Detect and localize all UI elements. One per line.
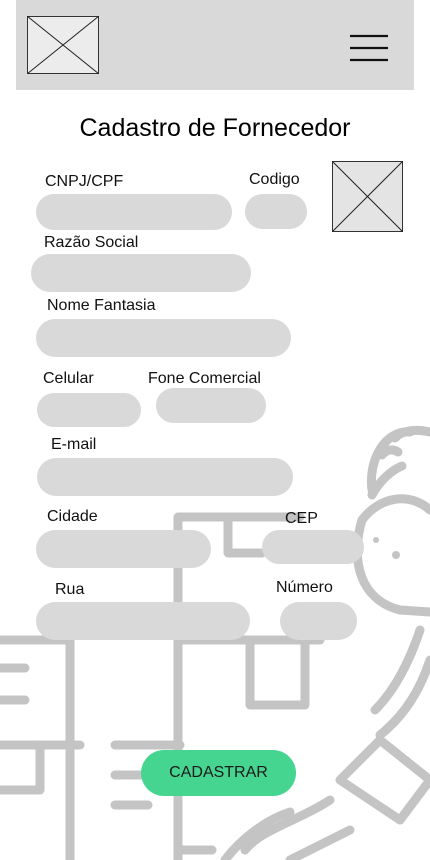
numero-label: Número	[276, 579, 333, 596]
cnpj-label: CNPJ/CPF	[45, 173, 124, 190]
hamburger-menu-icon[interactable]	[348, 32, 390, 64]
cadastrar-button[interactable]: CADASTRAR	[141, 750, 296, 796]
celular-label: Celular	[43, 370, 94, 387]
fone-comercial-label: Fone Comercial	[148, 370, 261, 387]
page-title: Cadastro de Fornecedor	[79, 114, 351, 142]
nome-fantasia-label: Nome Fantasia	[47, 297, 156, 314]
photo-placeholder-icon[interactable]	[332, 161, 403, 232]
cnpj-field[interactable]	[36, 194, 232, 230]
codigo-label: Codigo	[249, 171, 300, 188]
cep-label: CEP	[285, 510, 318, 527]
nome-fantasia-field[interactable]	[36, 319, 291, 357]
codigo-field[interactable]	[245, 194, 307, 229]
email-label: E-mail	[51, 436, 97, 453]
numero-field[interactable]	[280, 602, 357, 640]
rua-field[interactable]	[36, 602, 250, 640]
cidade-label: Cidade	[47, 508, 98, 525]
fone-comercial-field[interactable]	[156, 388, 266, 423]
cep-field[interactable]	[262, 530, 364, 564]
cidade-field[interactable]	[36, 530, 211, 568]
rua-label: Rua	[55, 581, 85, 598]
email-field[interactable]	[37, 458, 293, 496]
logo-placeholder-icon	[27, 16, 99, 74]
razao-social-label: Razão Social	[44, 234, 139, 251]
celular-field[interactable]	[37, 393, 141, 427]
razao-social-field[interactable]	[31, 254, 251, 292]
